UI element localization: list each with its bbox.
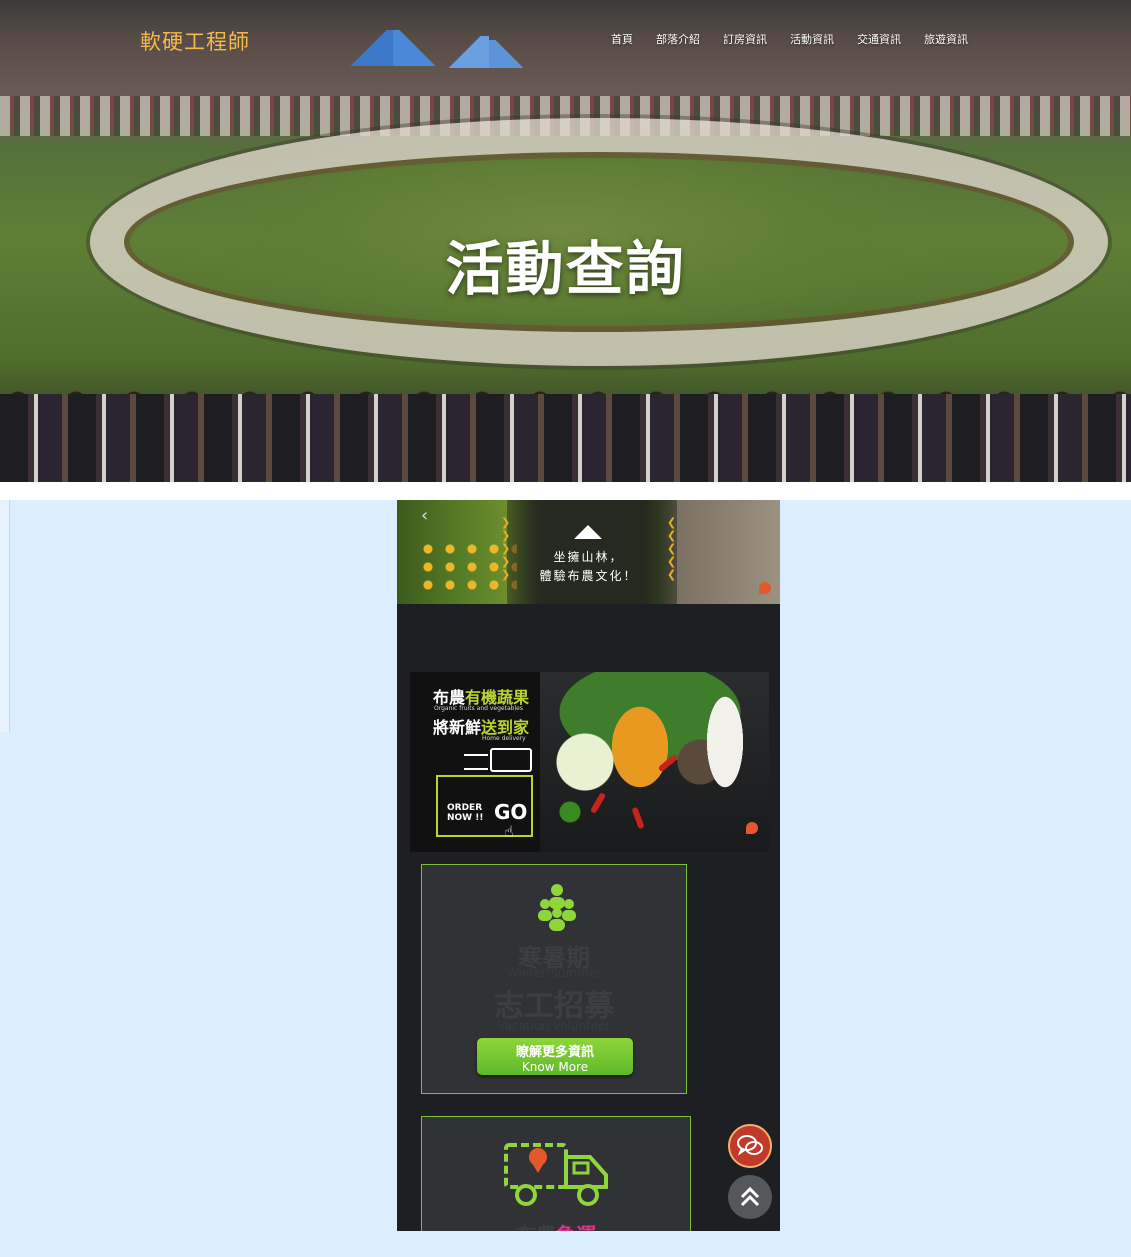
truck-icon [490,748,532,772]
mountain-banner[interactable]: ❯ ❯ ❯ ❯ ❯ ❮ ❮ ❮ ❮ ❮ 坐擁山林， 體驗布農文化！ ‹ [397,500,780,604]
delivery-subtitle: Home delivery [482,735,526,742]
site-logo[interactable]: 軟硬工程師 [140,26,250,56]
delivery-card-title: 布農急運 [422,1219,690,1231]
pointer-hand-icon: ☝ [504,822,514,841]
mountain-icon [574,525,602,539]
order-box-lid [436,775,529,777]
volunteer-card: 寒暑期 Winter/Summer 志工招募 Vacation Voluntee… [421,864,687,1094]
know-more-button[interactable]: 瞭解更多資訊 Know More [477,1038,633,1075]
chat-bubbles-icon [737,1135,763,1156]
chili-decoration [589,791,607,815]
delivery-truck-icon [504,1143,608,1206]
hero-crowd-front [0,394,1131,482]
nav-tribe-intro[interactable]: 部落介紹 [656,31,700,47]
people-group-icon [538,884,576,931]
page-title: 活動查詢 [445,235,686,303]
know-more-label-zh: 瞭解更多資訊 [515,1045,594,1060]
organic-produce-banner[interactable]: 布農有機蔬果 Organic fruits and vegetables 將新鮮… [410,672,769,852]
banner-line-1: 坐擁山林， [553,550,624,564]
chili-decoration [631,806,645,830]
main-nav: 首頁 部落介紹 訂房資訊 活動資訊 交通資訊 旅遊資訊 [611,31,991,47]
nav-transport[interactable]: 交通資訊 [857,31,901,47]
nav-home[interactable]: 首頁 [611,31,633,47]
mobile-preview: ❯ ❯ ❯ ❯ ❯ ❮ ❮ ❮ ❮ ❮ 坐擁山林， 體驗布農文化！ ‹ 布農有機蔬果 Organ… [397,500,780,1231]
section-divider [0,482,1131,500]
brand-mark-icon [746,822,758,834]
speed-lines-icon [464,754,488,770]
chili-decoration [657,753,679,773]
hero-tents [345,30,535,90]
go-label[interactable]: GO [494,800,527,824]
back-to-top-button[interactable] [728,1175,772,1219]
carousel-prev-icon[interactable]: ‹ [421,505,428,526]
nav-travel[interactable]: 旅遊資訊 [924,31,968,47]
chat-button[interactable] [728,1124,772,1168]
nav-booking[interactable]: 訂房資訊 [723,31,767,47]
know-more-label-en: Know More [521,1060,589,1074]
volunteer-season-subtitle: Winter/Summer [506,966,602,980]
double-chevron-up-icon [740,1186,760,1207]
banner-line-2: 體驗布農文化！ [539,569,638,583]
produce-subtitle: Organic fruits and vegetables [434,705,523,712]
hero-banner: 軟硬工程師 首頁 部落介紹 訂房資訊 活動資訊 交通資訊 旅遊資訊 活動查詢 [0,0,1131,482]
order-now-label: ORDER NOW !! [447,803,484,823]
vegetables-image [540,672,769,852]
delivery-card: 布農急運 [421,1116,691,1231]
brand-mark-icon [759,582,771,594]
volunteer-recruit-subtitle: Vacation Volunteer [497,1019,611,1033]
side-panel-edge [0,500,10,732]
nav-events[interactable]: 活動資訊 [790,31,834,47]
